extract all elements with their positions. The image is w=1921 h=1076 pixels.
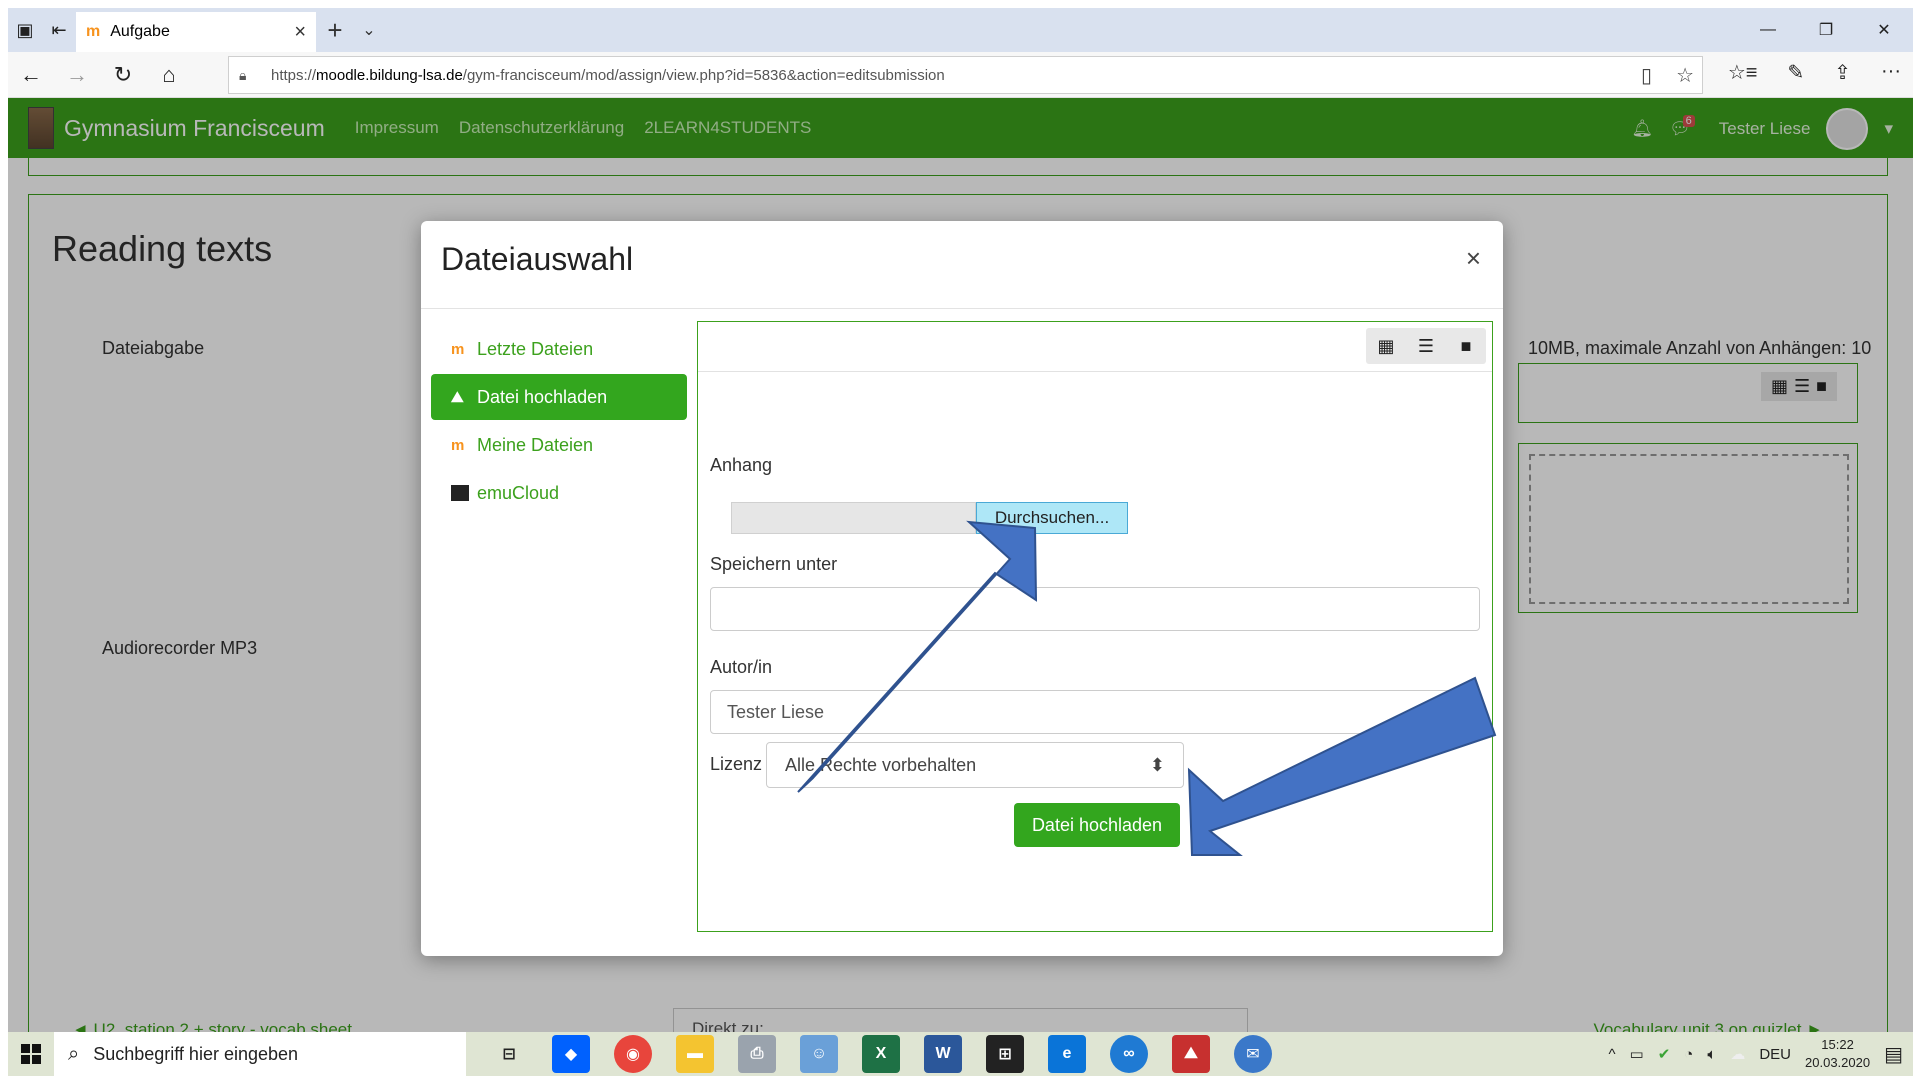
thunderbird-icon[interactable]: ✉ [1234, 1035, 1272, 1073]
repo-emucloud[interactable]: emuCloud [431, 470, 687, 516]
repo-label: Meine Dateien [477, 434, 594, 455]
repo-label: Datei hochladen [477, 386, 608, 407]
attachment-label: Anhang [710, 455, 773, 475]
system-tray: ^ ▭ ✔ ◔ 🔈︎ ☁ DEU 15:22 20.03.2020 ▤ [1608, 1032, 1903, 1076]
repo-label: emuCloud [477, 482, 560, 503]
tab-actions-icon[interactable]: ▣ [8, 8, 42, 52]
file-input: Durchsuchen... [731, 502, 1131, 534]
cloud-icon [451, 485, 469, 501]
favorites-icon[interactable]: ☆≡ [1728, 60, 1758, 85]
upload-file-button[interactable]: Datei hochladen [1014, 803, 1180, 847]
chevron-down-icon[interactable]: ⌄ [354, 20, 384, 40]
clock[interactable]: 15:22 20.03.2020 [1805, 1036, 1870, 1072]
close-window-icon[interactable]: ✕ [1855, 8, 1913, 52]
upload-icon: ⛰ [451, 388, 464, 406]
browser-tab[interactable]: m Aufgabe × [76, 12, 316, 52]
windows-taskbar: ⌕ Suchbegriff hier eingeben ⊟ ◆ ◉ ▬ ⎙ ☺ … [8, 1032, 1913, 1076]
language-indicator[interactable]: DEU [1759, 1046, 1791, 1063]
more-icon[interactable]: ··· [1881, 60, 1901, 85]
task-view-icon[interactable]: ⊟ [490, 1035, 528, 1073]
excel-icon[interactable]: X [862, 1035, 900, 1073]
file-explorer-icon[interactable]: ▬ [676, 1035, 714, 1073]
app-robot-icon[interactable]: ☺ [800, 1035, 838, 1073]
minimize-icon[interactable]: — [1739, 8, 1797, 52]
repo-recent-files[interactable]: m Letzte Dateien [431, 326, 687, 372]
volume-icon[interactable]: 🔈︎ [1707, 1046, 1716, 1063]
folder-view-icon[interactable]: ■ [1446, 328, 1486, 364]
windows-start-icon[interactable] [8, 1032, 54, 1076]
tab-title: Aufgabe [110, 23, 170, 40]
moodle-icon: m [451, 436, 465, 454]
author-label: Autor/in [710, 657, 773, 677]
browse-button[interactable]: Durchsuchen... [976, 502, 1128, 534]
moodle-icon: m [86, 23, 101, 40]
file-picker-content: ▦ ☰ ■ Anhang Durchsuchen... Speichern un… [697, 321, 1493, 932]
reading-view-icon[interactable]: ▯ [1641, 63, 1652, 88]
moodle-icon: m [451, 340, 465, 358]
save-as-label: Speichern unter [710, 554, 838, 574]
word-icon[interactable]: W [924, 1035, 962, 1073]
repository-list: m Letzte Dateien ⛰ Datei hochladen m Mei… [431, 326, 687, 518]
select-arrows-icon: ⬍ [1149, 754, 1165, 775]
url-prefix: https:// [271, 66, 317, 84]
license-select[interactable]: Alle Rechte vorbehalten ⬍ [766, 742, 1184, 788]
nextcloud-icon[interactable]: ∞ [1110, 1035, 1148, 1073]
author-input[interactable]: Tester Liese [710, 690, 1480, 734]
url-host: moodle.bildung-lsa.de [316, 66, 463, 84]
close-tab-icon[interactable]: × [294, 21, 306, 44]
file-path-display[interactable] [731, 502, 976, 534]
edge-icon[interactable]: e [1048, 1035, 1086, 1073]
license-value: Alle Rechte vorbehalten [785, 754, 977, 775]
save-as-input[interactable] [710, 587, 1480, 631]
window-controls: — ❐ ✕ [1739, 8, 1913, 52]
action-center-icon[interactable]: ▤ [1884, 1042, 1903, 1067]
search-placeholder: Suchbegriff hier eingeben [93, 1043, 299, 1064]
share-icon[interactable]: ⇪ [1834, 60, 1851, 85]
taskbar-search-input[interactable]: ⌕ Suchbegriff hier eingeben [54, 1032, 466, 1076]
repo-upload-file[interactable]: ⛰ Datei hochladen [431, 374, 687, 420]
url-path: /gym-francisceum/mod/assign/view.php?id=… [462, 66, 945, 84]
grid-view-icon[interactable]: ▦ [1366, 328, 1406, 364]
forward-icon[interactable]: → [54, 62, 100, 88]
file-picker-toolbar: ▦ ☰ ■ [698, 322, 1492, 372]
clock-date: 20.03.2020 [1805, 1055, 1871, 1070]
dialog-header: Dateiauswahl × [421, 221, 1503, 309]
list-view-icon[interactable]: ☰ [1406, 328, 1446, 364]
view-switcher: ▦ ☰ ■ [1366, 328, 1486, 364]
back-icon[interactable]: ← [8, 62, 54, 88]
refresh-icon[interactable]: ↻ [100, 62, 146, 88]
app-upload-icon[interactable]: ⛰ [1172, 1035, 1210, 1073]
favorite-star-icon[interactable]: ☆ [1676, 63, 1694, 88]
lock-icon: 🔒︎ [239, 66, 247, 83]
search-icon: ⌕ [68, 1042, 80, 1065]
dialog-title: Dateiauswahl [441, 241, 634, 277]
file-picker-dialog: Dateiauswahl × m Letzte Dateien ⛰ Datei … [421, 221, 1503, 956]
new-tab-icon[interactable]: + [316, 15, 354, 46]
battery-icon[interactable]: ▭ [1630, 1045, 1644, 1063]
pen-icon[interactable]: ✎ [1787, 60, 1804, 85]
wifi-icon[interactable]: ◔ [1684, 1046, 1693, 1063]
set-tabs-aside-icon[interactable]: ⇤ [42, 8, 76, 52]
store-icon[interactable]: ⊞ [986, 1035, 1024, 1073]
license-label: Lizenz [710, 754, 763, 774]
onedrive-icon[interactable]: ☁ [1730, 1045, 1745, 1063]
close-icon[interactable]: × [1466, 243, 1481, 274]
restore-icon[interactable]: ❐ [1797, 8, 1855, 52]
chrome-icon[interactable]: ◉ [614, 1035, 652, 1073]
dropbox-icon[interactable]: ◆ [552, 1035, 590, 1073]
repo-my-files[interactable]: m Meine Dateien [431, 422, 687, 468]
repo-label: Letzte Dateien [477, 338, 594, 359]
printer-icon[interactable]: ⎙ [738, 1035, 776, 1073]
check-icon[interactable]: ✔ [1658, 1045, 1671, 1063]
chevron-up-icon[interactable]: ^ [1608, 1046, 1615, 1063]
browser-tab-bar: ▣ ⇤ m Aufgabe × + ⌄ — ❐ ✕ [8, 8, 1913, 52]
address-bar[interactable]: 🔒︎ https://moodle.bildung-lsa.de/gym-fra… [228, 56, 1703, 94]
home-icon[interactable]: ⌂ [146, 62, 192, 88]
clock-time: 15:22 [1821, 1037, 1854, 1052]
browser-nav-bar: ← → ↻ ⌂ 🔒︎ https://moodle.bildung-lsa.de… [8, 52, 1913, 98]
